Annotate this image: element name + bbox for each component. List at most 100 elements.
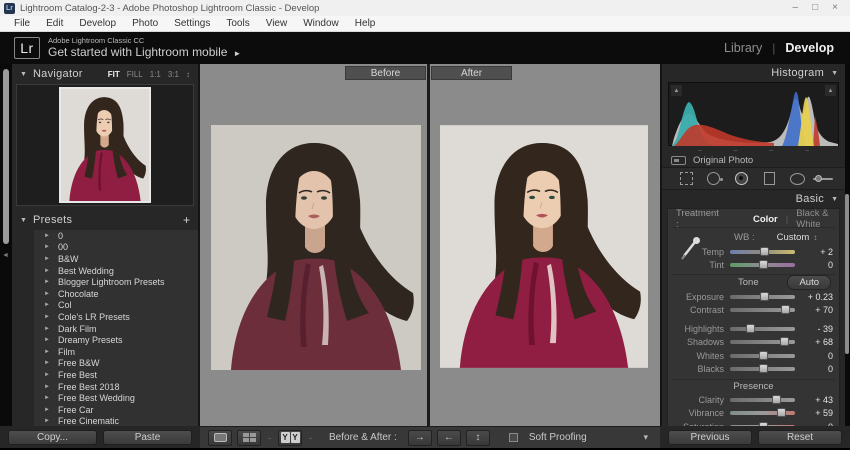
zoom-fit[interactable]: FIT: [108, 70, 120, 79]
separator: -: [266, 433, 273, 443]
minimize-button[interactable]: –: [793, 3, 799, 13]
preset-item[interactable]: ► Best Wedding: [34, 265, 198, 277]
module-library[interactable]: Library: [724, 41, 762, 55]
copy-button[interactable]: Copy...: [8, 430, 97, 445]
left-scrollbar[interactable]: [3, 69, 9, 244]
swap-before-after-button[interactable]: ↕: [466, 430, 490, 446]
graduated-filter-tool[interactable]: [757, 170, 781, 188]
triangle-right-icon: ►: [44, 360, 50, 366]
tint-slider[interactable]: [730, 263, 795, 267]
paste-button[interactable]: Paste: [103, 430, 192, 445]
maximize-button[interactable]: □: [812, 3, 818, 13]
original-photo-row[interactable]: Original Photo: [662, 153, 845, 168]
highlights-slider[interactable]: [730, 327, 795, 331]
reset-button[interactable]: Reset: [758, 430, 842, 445]
preset-item[interactable]: ► Dark Film: [34, 323, 198, 335]
triangle-right-icon: ►: [44, 244, 50, 250]
preset-item[interactable]: ► Col: [34, 300, 198, 312]
whites-slider[interactable]: [730, 354, 795, 358]
preset-item[interactable]: ► Free Cinematic: [34, 416, 198, 427]
updown-icon[interactable]: ↕: [186, 70, 190, 79]
preset-item[interactable]: ► Chocolate: [34, 288, 198, 300]
slider-shadows: Shadows + 68: [672, 336, 835, 350]
after-photo[interactable]: [440, 125, 648, 368]
right-panel: Histogram ▼ ▲ ▲ –––– Original Photo: [660, 64, 845, 426]
menu-item[interactable]: View: [258, 18, 296, 29]
vibrance-slider[interactable]: [730, 411, 795, 415]
navigator-thumbnail: [59, 87, 151, 203]
preset-item[interactable]: ► 00: [34, 242, 198, 254]
contrast-slider[interactable]: [730, 308, 795, 312]
right-panel-gutter: [845, 64, 850, 448]
copy-after-to-before-button[interactable]: ←: [437, 430, 461, 446]
menu-item[interactable]: Edit: [38, 18, 71, 29]
module-develop[interactable]: Develop: [785, 41, 834, 55]
crop-overlay-tool[interactable]: [674, 170, 698, 188]
close-button[interactable]: ×: [832, 3, 838, 13]
menu-item[interactable]: Photo: [124, 18, 166, 29]
histogram-header[interactable]: Histogram ▼: [662, 64, 845, 82]
triangle-right-icon: ►: [44, 395, 50, 401]
zoom-3-1[interactable]: 3:1: [168, 70, 179, 79]
before-after-view-button[interactable]: [237, 430, 261, 446]
lightroom-window: Lr Lightroom Catalog-2-3 - Adobe Photosh…: [0, 0, 850, 450]
radial-filter-tool[interactable]: [785, 170, 809, 188]
preset-item[interactable]: ► Cole's LR Presets: [34, 311, 198, 323]
white-balance-dropper-icon[interactable]: [680, 236, 702, 265]
auto-tone-button[interactable]: Auto: [787, 275, 831, 290]
highlight-clipping-icon[interactable]: ▲: [825, 85, 836, 96]
toolbar-options-icon[interactable]: ▾: [643, 432, 652, 443]
clarity-slider[interactable]: [730, 398, 795, 402]
menu-item[interactable]: Settings: [166, 18, 218, 29]
basic-header[interactable]: Basic ▼: [662, 190, 845, 208]
menu-item[interactable]: Tools: [218, 18, 257, 29]
preset-item[interactable]: ► Free Car: [34, 404, 198, 416]
previous-button[interactable]: Previous: [668, 430, 752, 445]
temp-slider[interactable]: [730, 250, 795, 254]
loupe-view-button[interactable]: [208, 430, 232, 446]
menu-item[interactable]: Help: [347, 18, 384, 29]
navigator-header[interactable]: ▼ Navigator FIT FILL 1:1 3:1 ↕: [12, 64, 198, 84]
shadow-clipping-icon[interactable]: ▲: [671, 85, 682, 96]
preset-item[interactable]: ► Free B&W: [34, 358, 198, 370]
triangle-right-icon: ►: [44, 314, 50, 320]
soft-proofing-checkbox[interactable]: [509, 433, 518, 442]
copy-before-to-after-button[interactable]: →: [408, 430, 432, 446]
collapse-left-panel-icon[interactable]: ◄: [2, 252, 9, 259]
spot-removal-tool[interactable]: [702, 170, 726, 188]
zoom-1-1[interactable]: 1:1: [150, 70, 161, 79]
preset-item[interactable]: ► B&W: [34, 253, 198, 265]
after-label: After: [431, 66, 512, 80]
menu-item[interactable]: Window: [295, 18, 347, 29]
preset-item[interactable]: ► Dreamy Presets: [34, 334, 198, 346]
zoom-fill[interactable]: FILL: [127, 70, 143, 79]
blacks-slider[interactable]: [730, 367, 795, 371]
menu-item[interactable]: Develop: [71, 18, 124, 29]
menu-item[interactable]: File: [6, 18, 38, 29]
right-scrollbar[interactable]: [845, 194, 849, 354]
triangle-right-icon: ►: [44, 326, 50, 332]
title-bar: Lr Lightroom Catalog-2-3 - Adobe Photosh…: [0, 0, 850, 16]
promo-link[interactable]: Get started with Lightroom mobile►: [48, 46, 241, 59]
add-preset-button[interactable]: +: [183, 213, 190, 227]
bottom-bar: Copy... Paste - YY - Before & After : → …: [0, 426, 850, 448]
adjustment-brush-tool[interactable]: [813, 175, 833, 183]
treatment-color[interactable]: Color: [753, 214, 778, 225]
slider-vibrance: Vibrance + 59: [672, 407, 835, 421]
exposure-slider[interactable]: [730, 295, 795, 299]
wb-selected-value[interactable]: Custom: [777, 232, 810, 243]
preset-item[interactable]: ► Film: [34, 346, 198, 358]
left-panel: ▼ Navigator FIT FILL 1:1 3:1 ↕: [12, 64, 200, 426]
preset-item[interactable]: ► Free Best: [34, 369, 198, 381]
shadows-slider[interactable]: [730, 340, 795, 344]
preset-item[interactable]: ► Free Best Wedding: [34, 392, 198, 404]
preset-item[interactable]: ► Free Best 2018: [34, 381, 198, 393]
navigator-preview[interactable]: [16, 84, 194, 206]
before-photo[interactable]: [211, 125, 421, 370]
red-eye-tool[interactable]: [730, 170, 754, 188]
preset-item[interactable]: ► Blogger Lightroom Presets: [34, 276, 198, 288]
before-after-mode-button[interactable]: YY: [278, 430, 302, 446]
presets-header[interactable]: ▼ Presets +: [12, 210, 198, 230]
preset-item[interactable]: ► 0: [34, 230, 198, 242]
histogram-plot[interactable]: ▲ ▲: [668, 82, 839, 146]
